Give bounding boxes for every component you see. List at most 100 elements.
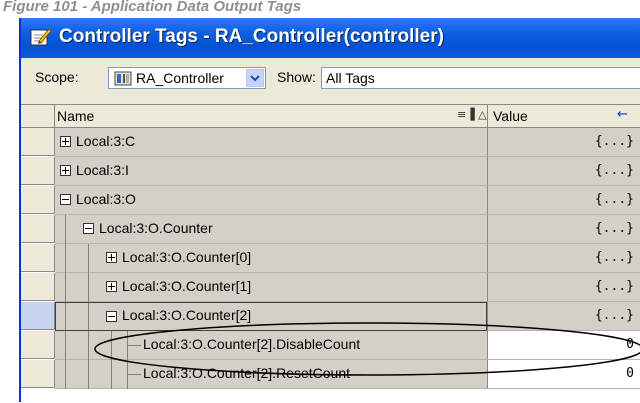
row-selector[interactable] xyxy=(21,128,55,156)
table-row-selected[interactable]: Local:3:O.Counter[2] {...} xyxy=(21,302,640,331)
value-cell[interactable]: {...} xyxy=(487,302,640,331)
value-cell[interactable]: 0 xyxy=(487,360,640,389)
name-cell[interactable]: Local:3:O.Counter xyxy=(55,215,487,244)
tree-line xyxy=(65,360,66,389)
sort-icon[interactable]: ≡▐ △ xyxy=(457,108,487,121)
row-selector[interactable] xyxy=(21,186,55,214)
tag-name: Local:3:O xyxy=(76,191,136,207)
tree-line xyxy=(88,273,89,302)
chevron-down-icon xyxy=(250,75,260,82)
tag-name: Local:3:O.Counter[0] xyxy=(122,249,252,265)
title-bar[interactable]: Controller Tags - RA_Controller(controll… xyxy=(21,18,640,58)
expand-icon[interactable] xyxy=(60,136,71,147)
value-cell[interactable]: 0 xyxy=(487,331,640,360)
value-cell[interactable]: {...} xyxy=(487,157,640,186)
name-cell[interactable]: Local:3:O.Counter[2].DisableCount xyxy=(55,331,487,360)
scope-label: Scope: xyxy=(35,69,79,85)
tag-value: {...} xyxy=(594,163,634,178)
table-row[interactable]: Local:3:O.Counter[2].ResetCount 0 xyxy=(21,360,640,389)
controller-icon xyxy=(114,71,132,86)
select-all-corner[interactable] xyxy=(21,105,55,127)
tree-line xyxy=(65,273,66,302)
name-column-header[interactable]: Name xyxy=(57,108,94,124)
tree-line xyxy=(88,244,89,273)
tag-value: {...} xyxy=(594,308,634,323)
table-row[interactable]: Local:3:O.Counter[1] {...} xyxy=(21,273,640,302)
tag-name: Local:3:O.Counter xyxy=(99,220,213,236)
toolbar: Scope: RA_Controller Show: All Tags xyxy=(21,58,640,94)
table-row[interactable]: Local:3:I {...} xyxy=(21,157,640,186)
tag-value: {...} xyxy=(594,279,634,294)
value-cell[interactable]: {...} xyxy=(487,244,640,273)
tree-line xyxy=(88,303,89,330)
name-cell[interactable]: Local:3:O.Counter[1] xyxy=(55,273,487,302)
window-title: Controller Tags - RA_Controller(controll… xyxy=(59,26,444,47)
figure-caption: Figure 101 - Application Data Output Tag… xyxy=(0,0,640,18)
tag-name: Local:3:O.Counter[1] xyxy=(122,278,252,294)
row-selector[interactable] xyxy=(21,331,55,359)
row-selector[interactable] xyxy=(21,302,55,330)
value-cell[interactable]: {...} xyxy=(487,128,640,157)
name-cell[interactable]: Local:3:O xyxy=(55,186,487,215)
collapse-icon[interactable] xyxy=(106,311,117,322)
value-cell[interactable]: {...} xyxy=(487,273,640,302)
tree-line xyxy=(65,331,66,360)
tags-grid: Name ≡▐ △ Value ← Local:3:C {...} Local:… xyxy=(21,104,640,403)
row-selector[interactable] xyxy=(21,244,55,272)
value-cell[interactable]: {...} xyxy=(487,186,640,215)
tree-line xyxy=(127,374,141,375)
tag-rows: Local:3:C {...} Local:3:I {...} Local:3:… xyxy=(21,128,640,389)
name-cell[interactable]: Local:3:I xyxy=(55,157,487,186)
controller-tags-window: Controller Tags - RA_Controller(controll… xyxy=(19,18,640,403)
show-filter-field[interactable]: All Tags xyxy=(321,67,640,89)
tree-line xyxy=(65,303,66,330)
tree-line xyxy=(88,360,89,389)
table-row[interactable]: Local:3:O.Counter {...} xyxy=(21,215,640,244)
tree-line xyxy=(111,360,112,389)
tag-name: Local:3:I xyxy=(76,162,129,178)
column-divider[interactable] xyxy=(487,105,488,127)
grid-header: Name ≡▐ △ Value ← xyxy=(21,105,640,128)
tree-line xyxy=(127,345,141,346)
name-cell[interactable]: Local:3:O.Counter[2] xyxy=(55,302,487,331)
tag-value: {...} xyxy=(594,250,634,265)
tree-line xyxy=(88,331,89,360)
tag-value: 0 xyxy=(626,337,634,352)
expand-icon[interactable] xyxy=(60,165,71,176)
collapse-icon[interactable] xyxy=(60,194,71,205)
tag-value: 0 xyxy=(626,366,634,381)
scope-dropdown[interactable]: RA_Controller xyxy=(108,67,266,89)
expand-icon[interactable] xyxy=(106,252,117,263)
tag-name: Local:3:O.Counter[2].ResetCount xyxy=(143,365,351,381)
expand-icon[interactable] xyxy=(106,281,117,292)
table-row[interactable]: Local:3:O.Counter[0] {...} xyxy=(21,244,640,273)
table-row[interactable]: Local:3:C {...} xyxy=(21,128,640,157)
back-arrow-icon[interactable]: ← xyxy=(617,107,628,122)
tag-name: Local:3:C xyxy=(76,133,136,149)
tag-value: {...} xyxy=(594,192,634,207)
table-row[interactable]: Local:3:O.Counter[2].DisableCount 0 xyxy=(21,331,640,360)
show-label: Show: xyxy=(277,69,316,85)
table-row[interactable]: Local:3:O {...} xyxy=(21,186,640,215)
name-cell[interactable]: Local:3:O.Counter[0] xyxy=(55,244,487,273)
value-cell[interactable]: {...} xyxy=(487,215,640,244)
scope-dropdown-button[interactable] xyxy=(246,69,264,87)
tag-name: Local:3:O.Counter[2].DisableCount xyxy=(143,336,361,352)
tree-line xyxy=(65,244,66,273)
tree-line xyxy=(65,215,66,244)
collapse-icon[interactable] xyxy=(83,223,94,234)
scope-value: RA_Controller xyxy=(136,70,224,86)
row-selector[interactable] xyxy=(21,215,55,243)
tag-value: {...} xyxy=(594,134,634,149)
row-selector[interactable] xyxy=(21,273,55,301)
show-value: All Tags xyxy=(326,70,375,86)
row-selector[interactable] xyxy=(21,157,55,185)
tag-value: {...} xyxy=(594,221,634,236)
tag-name: Local:3:O.Counter[2] xyxy=(122,307,252,323)
caption-text: Figure 101 - Application Data Output Tag… xyxy=(3,0,302,15)
tree-line xyxy=(111,331,112,360)
value-column-header[interactable]: Value xyxy=(493,108,528,124)
row-selector[interactable] xyxy=(21,360,55,388)
name-cell[interactable]: Local:3:O.Counter[2].ResetCount xyxy=(55,360,487,389)
name-cell[interactable]: Local:3:C xyxy=(55,128,487,157)
